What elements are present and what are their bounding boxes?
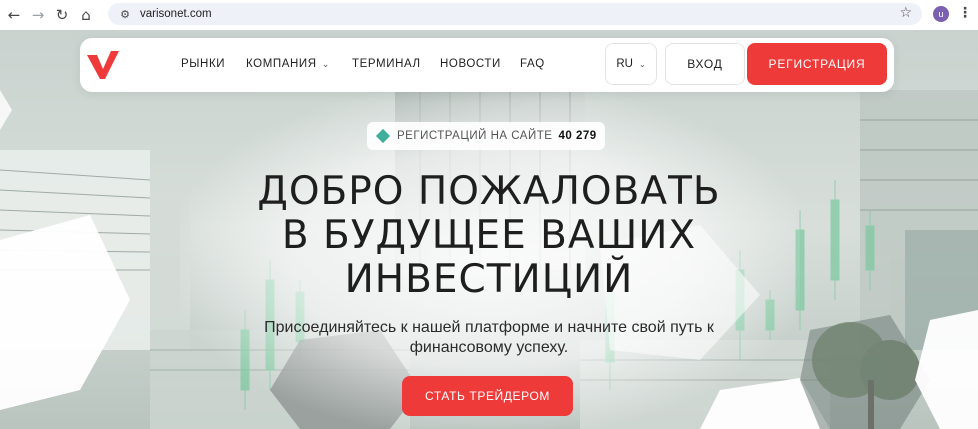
address-bar[interactable]: ⚙ varisonet.com ☆ bbox=[108, 3, 922, 25]
hero-title: ДОБРО ПОЖАЛОВАТЬ В БУДУЩЕЕ ВАШИХ ИНВЕСТИ… bbox=[180, 170, 798, 302]
nav-faq-label: FAQ bbox=[520, 58, 545, 70]
hero-title-line: ДОБРО ПОЖАЛОВАТЬ bbox=[257, 169, 721, 214]
registrations-label: РЕГИСТРАЦИЙ НА САЙТЕ bbox=[397, 130, 553, 142]
site-info-icon[interactable]: ⚙ bbox=[114, 8, 136, 21]
back-arrow-icon[interactable]: ← bbox=[2, 3, 26, 27]
login-button[interactable]: ВХОД bbox=[665, 43, 745, 85]
nav-news-label: НОВОСТИ bbox=[440, 58, 501, 70]
language-label: RU bbox=[616, 58, 633, 70]
kebab-menu-icon[interactable]: ⋮ bbox=[958, 5, 972, 21]
nav-company[interactable]: КОМПАНИЯ ⌄ bbox=[246, 58, 330, 70]
url-text[interactable]: varisonet.com bbox=[140, 8, 212, 20]
star-icon[interactable]: ☆ bbox=[899, 5, 912, 21]
browser-toolbar: ← → ↻ ⌂ ⚙ varisonet.com ☆ u ⋮ bbox=[0, 0, 978, 30]
nav-faq[interactable]: FAQ bbox=[520, 58, 545, 70]
nav-markets-label: РЫНКИ bbox=[181, 58, 226, 70]
nav-news[interactable]: НОВОСТИ bbox=[440, 58, 501, 70]
brand-logo-icon[interactable] bbox=[85, 47, 121, 83]
nav-terminal-label: ТЕРМИНАЛ bbox=[352, 58, 421, 70]
register-button[interactable]: РЕГИСТРАЦИЯ bbox=[747, 43, 887, 85]
language-selector[interactable]: RU ⌄ bbox=[605, 43, 657, 85]
page-viewport: РЫНКИ КОМПАНИЯ ⌄ ТЕРМИНАЛ НОВОСТИ FAQ RU ⌄… bbox=[0, 30, 978, 429]
diamond-icon bbox=[375, 128, 391, 144]
hero-title-line: ИНВЕСТИЦИЙ bbox=[344, 257, 634, 302]
registrations-badge: РЕГИСТРАЦИЙ НА САЙТЕ 40 279 bbox=[367, 122, 605, 150]
home-icon[interactable]: ⌂ bbox=[74, 3, 98, 27]
profile-avatar[interactable]: u bbox=[933, 6, 949, 22]
nav-terminal[interactable]: ТЕРМИНАЛ bbox=[352, 58, 421, 70]
chevron-down-icon: ⌄ bbox=[638, 59, 646, 69]
right-buildings bbox=[860, 90, 978, 350]
nav-markets[interactable]: РЫНКИ bbox=[181, 58, 225, 70]
hero-title-line: В БУДУЩЕЕ ВАШИХ bbox=[281, 213, 697, 258]
registrations-count: 40 279 bbox=[558, 130, 597, 142]
forward-arrow-icon[interactable]: → bbox=[26, 3, 50, 27]
hero-subtitle: Присоединяйтесь к нашей платформе и начн… bbox=[264, 319, 714, 356]
nav-company-label: КОМПАНИЯ bbox=[246, 58, 317, 70]
reload-icon[interactable]: ↻ bbox=[50, 3, 74, 27]
site-header: РЫНКИ КОМПАНИЯ ⌄ ТЕРМИНАЛ НОВОСТИ FAQ RU ⌄… bbox=[80, 38, 894, 92]
become-trader-button[interactable]: СТАТЬ ТРЕЙДЕРОМ bbox=[402, 376, 573, 416]
chevron-down-icon: ⌄ bbox=[321, 59, 330, 69]
